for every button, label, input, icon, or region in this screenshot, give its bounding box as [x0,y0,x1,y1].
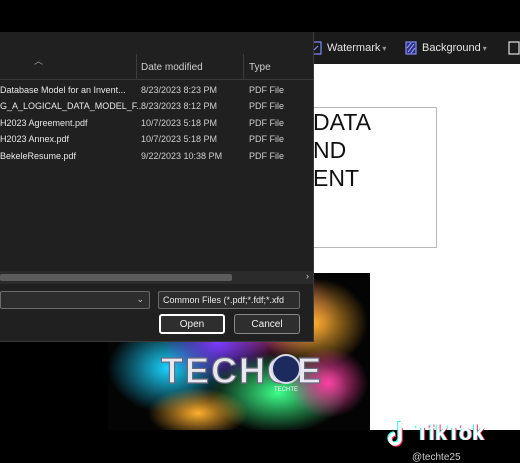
file-name: G_A_LOGICAL_DATA_MODEL_F... [0,101,144,111]
file-type: PDF File [249,151,285,161]
tiktok-label: TikTok [416,422,485,445]
file-date: 8/23/2023 8:23 PM [141,85,218,95]
file-row[interactable]: H2023 Agreement.pdf 10/7/2023 5:18 PM PD… [0,115,313,131]
scrollbar-thumb[interactable] [0,274,232,281]
watermark-button[interactable]: Watermark ▾ [310,32,386,64]
background-label: Background [422,42,481,54]
creator-handle: @techte25 [412,452,461,463]
background-icon [405,41,417,55]
chevron-down-icon: ▾ [482,43,487,53]
file-row[interactable]: H2023 Annex.pdf 10/7/2023 5:18 PM PDF Fi… [0,131,313,147]
file-list-header: Date modified Type [0,54,313,80]
chevron-right-icon[interactable]: › [306,271,309,281]
watermark-label: Watermark [327,42,381,54]
open-file-dialog: ︿ Date modified Type Database Model for … [0,32,314,342]
file-row[interactable]: Database Model for an Invent... 8/23/202… [0,82,313,98]
file-name: Database Model for an Invent... [0,85,126,95]
file-date: 9/22/2023 10:38 PM [141,151,223,161]
column-date-modified[interactable]: Date modified [141,62,203,73]
file-name: H2023 Annex.pdf [0,134,70,144]
column-divider[interactable] [243,54,244,79]
file-date: 8/23/2023 8:12 PM [141,101,218,111]
tiktok-watermark: TikTok [386,420,485,448]
file-type: PDF File [249,134,285,144]
heading-line: ND [313,137,347,163]
column-divider[interactable] [136,54,137,79]
heading-line: DATA [313,109,371,135]
background-button[interactable]: Background ▾ [405,32,487,64]
file-name-input[interactable]: ⌄ [0,291,150,309]
heading-line: ENT [313,165,359,191]
column-type[interactable]: Type [249,62,271,73]
doc-icon[interactable] [508,32,520,64]
cancel-button[interactable]: Cancel [234,314,300,334]
file-date: 10/7/2023 5:18 PM [141,118,218,128]
file-type-filter-value: Common Files (*.pdf;*.fdf;*.xfd [163,295,285,305]
file-row[interactable]: BekeleResume.pdf 9/22/2023 10:38 PM PDF … [0,148,313,164]
heading-text-box[interactable]: DATA ND ENT [310,107,437,248]
open-button[interactable]: Open [159,314,225,334]
file-name: BekeleResume.pdf [0,151,77,161]
file-type: PDF File [249,101,285,111]
horizontal-scrollbar[interactable]: › [0,271,313,284]
file-date: 10/7/2023 5:18 PM [141,134,218,144]
file-type: PDF File [249,118,285,128]
chevron-down-icon: ▾ [382,43,387,53]
file-row[interactable]: G_A_LOGICAL_DATA_MODEL_F... 8/23/2023 8:… [0,98,313,114]
chevron-down-icon: ⌄ [136,294,144,304]
image-logo-text: TECHTE [274,387,298,393]
top-black-strip [0,0,520,32]
file-type-filter-select[interactable]: Common Files (*.pdf;*.fdf;*.xfd [158,291,300,309]
tiktok-logo-icon [387,421,409,447]
file-name: H2023 Agreement.pdf [0,118,88,128]
file-type: PDF File [249,85,285,95]
